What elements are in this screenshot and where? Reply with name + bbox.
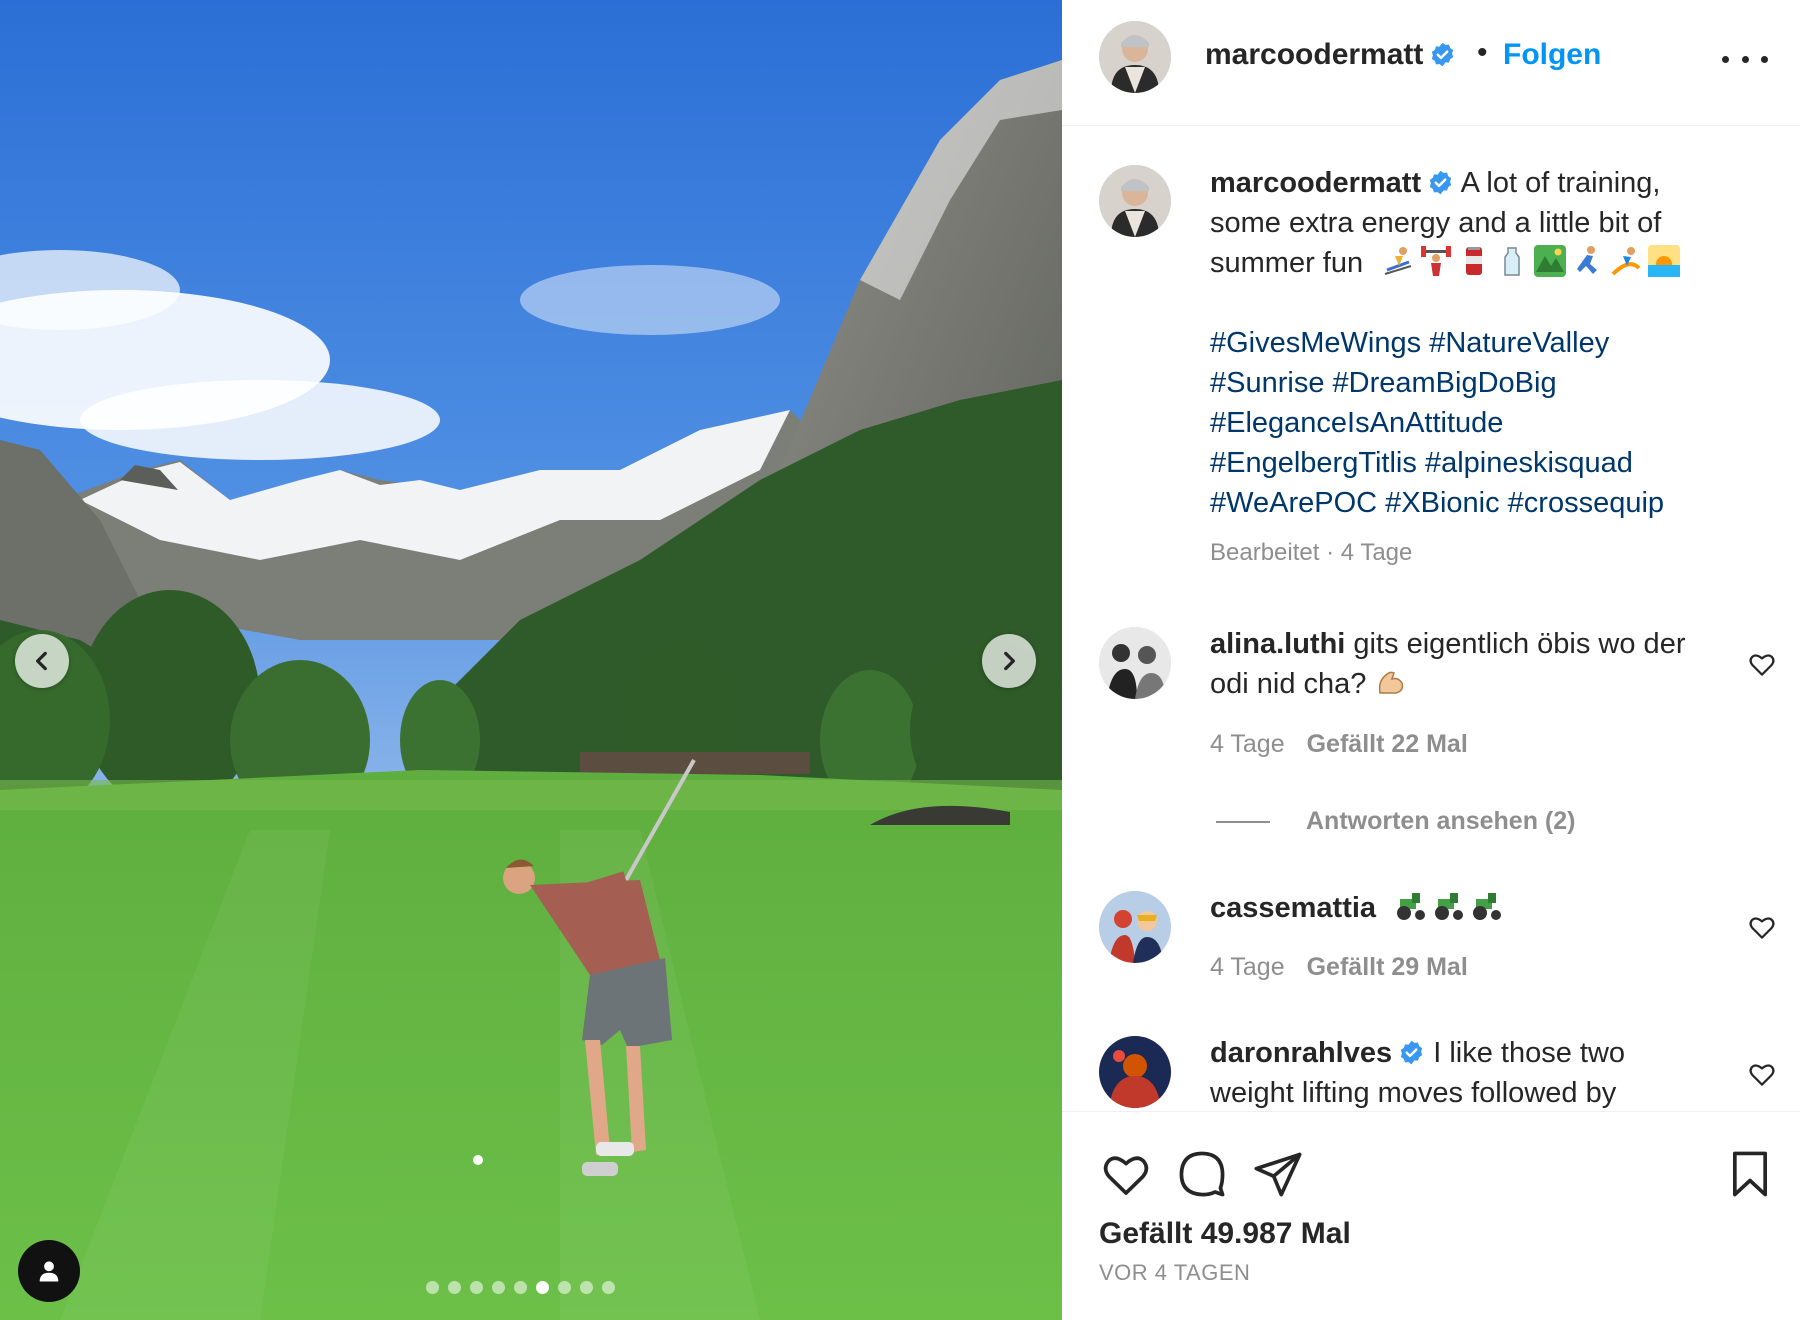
caption-emojis <box>1381 244 1681 278</box>
national-park-icon <box>1534 245 1567 277</box>
carousel-dot <box>602 1281 615 1294</box>
comment-like-button[interactable] <box>1747 912 1777 942</box>
tractor-icon <box>1473 893 1502 920</box>
like-button[interactable] <box>1100 1148 1152 1200</box>
comment-likes[interactable]: Gefällt 22 Mal <box>1307 730 1468 758</box>
surfer-icon <box>1611 247 1641 276</box>
paper-plane-icon <box>1254 1152 1302 1197</box>
hashtag-link[interactable]: #Sunrise <box>1210 367 1324 399</box>
skier-icon <box>1384 247 1412 275</box>
carousel-dot <box>558 1281 571 1294</box>
like-count[interactable]: Gefällt 49.987 Mal <box>1099 1217 1351 1251</box>
share-button[interactable] <box>1252 1148 1304 1200</box>
more-options-button[interactable] <box>1722 44 1768 74</box>
previous-slide-button[interactable] <box>15 634 69 688</box>
caption-author[interactable]: marcoodermatt <box>1210 167 1421 199</box>
tagged-users-button[interactable] <box>18 1240 80 1302</box>
view-replies-button[interactable]: Antworten ansehen (2) <box>1216 807 1575 836</box>
comment-bubble-icon <box>1179 1151 1225 1197</box>
more-horizontal-icon <box>1722 55 1729 63</box>
post-sidebar: marcoodermatt • Folgen marcoodermatt A l… <box>1062 0 1800 1320</box>
tractor-icon <box>1397 893 1426 920</box>
carousel-dot <box>536 1281 549 1294</box>
post-image <box>0 0 1062 1320</box>
carousel-indicator <box>426 1281 615 1294</box>
comment-button[interactable] <box>1176 1148 1228 1200</box>
heart-icon <box>1103 1156 1149 1195</box>
save-button[interactable] <box>1724 1148 1776 1200</box>
carousel-dot <box>448 1281 461 1294</box>
post-author[interactable]: marcoodermatt <box>1205 38 1456 72</box>
caption-timestamp: Bearbeitet · 4 Tage <box>1210 539 1413 566</box>
caption-hashtags: #GivesMeWings #NatureValley #Sunrise #Dre… <box>1210 323 1750 523</box>
heart-icon <box>1749 917 1775 939</box>
carousel-dot <box>492 1281 505 1294</box>
heart-icon <box>1749 654 1775 676</box>
carousel-dot <box>580 1281 593 1294</box>
weight-lifter-icon <box>1421 246 1452 276</box>
bookmark-icon <box>1732 1151 1768 1197</box>
user-icon <box>39 1261 59 1282</box>
caption: marcoodermatt A lot of training, some ex… <box>1210 163 1730 283</box>
carousel-dot <box>426 1281 439 1294</box>
heart-icon <box>1749 1064 1775 1086</box>
post-photo[interactable] <box>0 0 1062 1320</box>
avatar[interactable] <box>1099 165 1171 237</box>
avatar[interactable] <box>1099 1036 1171 1108</box>
hashtag-link[interactable]: #GivesMeWings <box>1210 327 1421 359</box>
post-actions: Gefällt 49.987 Mal VOR 4 TAGEN <box>1062 1111 1800 1320</box>
flexed-biceps-icon <box>1379 671 1404 694</box>
avatar[interactable] <box>1099 627 1171 699</box>
comment-author[interactable]: alina.luthi <box>1210 628 1345 660</box>
comment-author[interactable]: cassemattia <box>1210 892 1376 924</box>
comment-likes[interactable]: Gefällt 29 Mal <box>1307 953 1468 981</box>
hashtag-link[interactable]: #XBionic <box>1385 487 1499 519</box>
comment-author[interactable]: daronrahlves <box>1210 1037 1392 1069</box>
sunrise-icon <box>1648 245 1681 277</box>
hashtag-link[interactable]: #WeArePOC <box>1210 487 1377 519</box>
bottle-icon <box>1504 247 1520 276</box>
comment-emojis <box>1394 889 1504 923</box>
comments-list[interactable]: marcoodermatt A lot of training, some ex… <box>1062 127 1800 1111</box>
hashtag-link[interactable]: #alpineskisquad <box>1425 447 1633 479</box>
runner-icon <box>1577 246 1598 274</box>
verified-badge-icon <box>1398 1037 1425 1065</box>
chevron-left-icon <box>36 651 47 671</box>
comment-like-button[interactable] <box>1747 649 1777 679</box>
hashtag-link[interactable]: #EngelbergTitlis <box>1210 447 1417 479</box>
hashtag-link[interactable]: #NatureValley <box>1429 327 1609 359</box>
follow-button[interactable]: Folgen <box>1503 38 1601 72</box>
carousel-dot <box>514 1281 527 1294</box>
tractor-icon <box>1435 893 1464 920</box>
comment-like-button[interactable] <box>1747 1059 1777 1089</box>
hashtag-link[interactable]: #crossequip <box>1508 487 1664 519</box>
energy-drink-can-icon <box>1466 247 1483 275</box>
post-header: marcoodermatt • Folgen <box>1062 0 1800 126</box>
hashtag-link[interactable]: #DreamBigDoBig <box>1333 367 1557 399</box>
chevron-right-icon <box>1004 651 1015 671</box>
post-date: VOR 4 TAGEN <box>1099 1260 1251 1285</box>
carousel-dot <box>470 1281 483 1294</box>
verified-badge-icon <box>1427 167 1454 195</box>
comment-time: 4 Tage <box>1210 953 1285 981</box>
hashtag-link[interactable]: #EleganceIsAnAttitude <box>1210 407 1503 439</box>
avatar[interactable] <box>1099 891 1171 963</box>
verified-badge-icon <box>1429 41 1456 68</box>
comment-time: 4 Tage <box>1210 730 1285 758</box>
avatar[interactable] <box>1099 21 1171 93</box>
next-slide-button[interactable] <box>982 634 1036 688</box>
separator-dot: • <box>1477 36 1488 69</box>
